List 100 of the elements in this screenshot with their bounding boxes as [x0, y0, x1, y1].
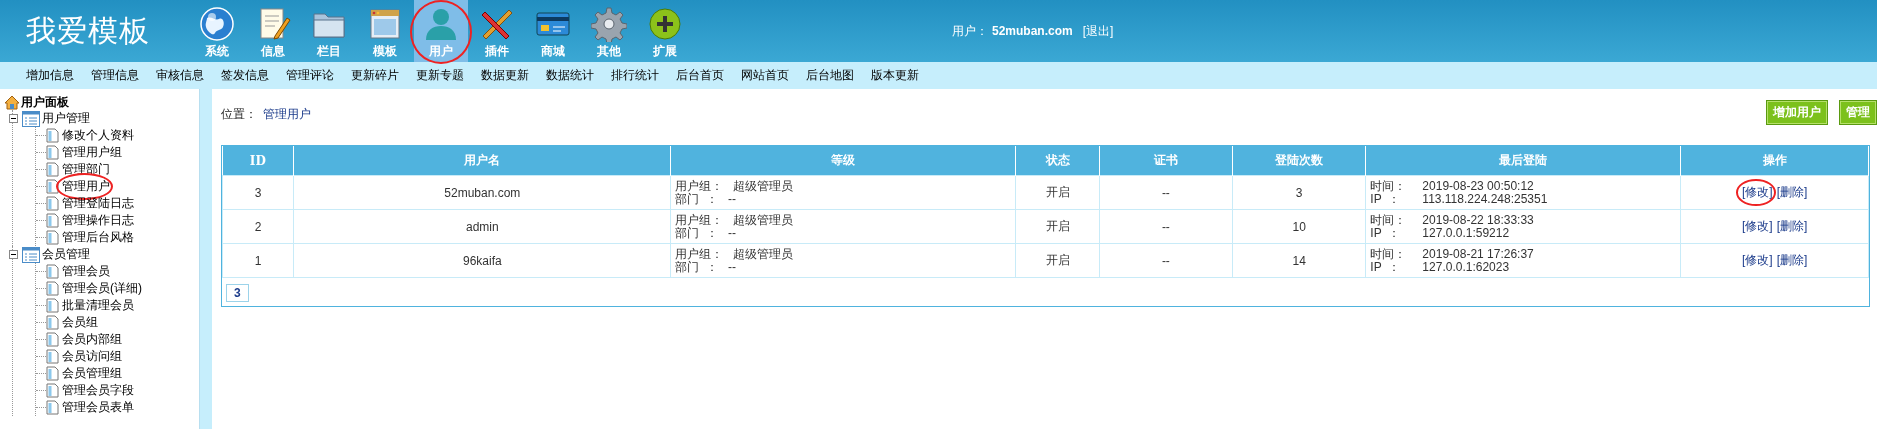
tree-item[interactable]: 管理会员: [62, 263, 110, 280]
field-value: 127.0.0.1:62023: [1422, 260, 1510, 274]
column-header: 登陆次数: [1232, 146, 1366, 176]
page-icon: [46, 196, 59, 211]
column-header: 操作: [1680, 146, 1869, 176]
table-cell: 3: [1232, 175, 1366, 210]
tree-item[interactable]: 管理用户组: [62, 144, 122, 161]
tree-item[interactable]: 会员内部组: [62, 331, 122, 348]
tree-item[interactable]: 批量清理会员: [62, 297, 134, 314]
menu-link[interactable]: 签发信息: [221, 67, 269, 84]
tree-item[interactable]: 会员管理组: [62, 365, 122, 382]
action-link[interactable]: [修改]: [1742, 184, 1773, 201]
field-label: IP ：: [1370, 226, 1402, 240]
action-link[interactable]: [修改]: [1742, 252, 1773, 269]
tree-item[interactable]: 管理用户: [62, 178, 110, 195]
column-header: 证书: [1099, 146, 1233, 176]
page-icon: [46, 400, 59, 415]
tree-item[interactable]: 管理操作日志: [62, 212, 134, 229]
page-icon: [46, 298, 59, 313]
action-link[interactable]: [修改]: [1742, 218, 1773, 235]
table-cell: 10: [1232, 209, 1366, 244]
window-icon: [367, 6, 403, 42]
menu-link[interactable]: 管理评论: [286, 67, 334, 84]
tree-item[interactable]: 管理会员字段: [62, 382, 134, 399]
page-icon: [46, 230, 59, 245]
page-icon: [46, 332, 59, 347]
column-header: 最后登陆: [1365, 146, 1681, 176]
tree-item[interactable]: 管理后台风格: [62, 229, 134, 246]
breadcrumb-label: 位置：: [221, 105, 257, 123]
page-icon: [46, 349, 59, 364]
menu-link[interactable]: 增加信息: [26, 67, 74, 84]
field-value: --: [728, 226, 737, 240]
tree-item[interactable]: 管理登陆日志: [62, 195, 134, 212]
table-cell: --: [1099, 175, 1233, 210]
breadcrumb-link[interactable]: 管理用户: [263, 105, 311, 123]
page-icon: [46, 281, 59, 296]
list-window-icon: [22, 246, 40, 263]
column-header: 用户名: [293, 146, 671, 176]
menu-link[interactable]: 后台首页: [676, 67, 724, 84]
page-icon: [46, 383, 59, 398]
field-label: 部门 ：: [675, 260, 719, 274]
table-cell: 14: [1232, 243, 1366, 278]
table-cell: 开启: [1015, 243, 1100, 278]
action-link[interactable]: [删除]: [1776, 218, 1808, 235]
logo-text: 我爱模板: [25, 12, 151, 49]
tree-item[interactable]: 管理部门: [62, 161, 110, 178]
plus-icon: [647, 6, 683, 42]
field-label: 用户组：: [675, 179, 724, 193]
field-label: 部门 ：: [675, 192, 719, 206]
tree-group-label[interactable]: 会员管理: [42, 246, 90, 263]
tree-group-label[interactable]: 用户管理: [42, 110, 90, 127]
globe-icon: [199, 6, 235, 42]
field-value: 2019-08-23 00:50:12: [1422, 179, 1534, 193]
column-header: ID: [222, 146, 294, 176]
page-icon: [46, 128, 59, 143]
action-link[interactable]: [删除]: [1776, 184, 1808, 201]
page-icon: [46, 213, 59, 228]
page-icon: [46, 315, 59, 330]
field-value: 113.118.224.248:25351: [1422, 192, 1548, 206]
person-icon: [423, 6, 459, 42]
tree-item[interactable]: 管理会员(详细): [62, 280, 142, 297]
menu-link[interactable]: 网站首页: [741, 67, 789, 84]
action-link[interactable]: [删除]: [1776, 252, 1808, 269]
menu-link[interactable]: 版本更新: [871, 67, 919, 84]
tree-item[interactable]: 管理会员表单: [62, 399, 134, 416]
menu-link[interactable]: 审核信息: [156, 67, 204, 84]
field-label: IP ：: [1370, 260, 1402, 274]
table-cell: --: [1099, 209, 1233, 244]
table-cell: --: [1099, 243, 1233, 278]
menu-link[interactable]: 更新碎片: [351, 67, 399, 84]
field-value: 127.0.0.1:59212: [1422, 226, 1510, 240]
field-label: 时间：: [1370, 247, 1408, 261]
page-icon: [46, 366, 59, 381]
column-header: 等级: [670, 146, 1016, 176]
menu-link[interactable]: 数据更新: [481, 67, 529, 84]
tree-item[interactable]: 修改个人资料: [62, 127, 134, 144]
field-value: 超级管理员: [733, 213, 794, 227]
tree-item[interactable]: 会员组: [62, 314, 98, 331]
user-label: 用户：: [952, 22, 988, 40]
field-label: IP ：: [1370, 192, 1402, 206]
list-window-icon: [22, 110, 40, 127]
table-cell: 52muban.com: [293, 175, 671, 210]
collapse-toggle-icon[interactable]: [9, 114, 18, 123]
table-cell: 1: [222, 243, 294, 278]
field-label: 时间：: [1370, 213, 1408, 227]
field-value: --: [728, 192, 737, 206]
collapse-toggle-icon[interactable]: [9, 250, 18, 259]
menu-link[interactable]: 更新专题: [416, 67, 464, 84]
field-value: 超级管理员: [733, 247, 794, 261]
field-value: --: [728, 260, 737, 274]
menu-link[interactable]: 后台地图: [806, 67, 854, 84]
tree-item[interactable]: 会员访问组: [62, 348, 122, 365]
field-value: 2019-08-21 17:26:37: [1422, 247, 1534, 261]
menu-link[interactable]: 管理信息: [91, 67, 139, 84]
menu-link[interactable]: 数据统计: [546, 67, 594, 84]
menu-link[interactable]: 排行统计: [611, 67, 659, 84]
page-number[interactable]: 3: [226, 284, 249, 302]
table-cell: 开启: [1015, 209, 1100, 244]
table-cell: admin: [293, 209, 671, 244]
field-value: 超级管理员: [733, 179, 794, 193]
